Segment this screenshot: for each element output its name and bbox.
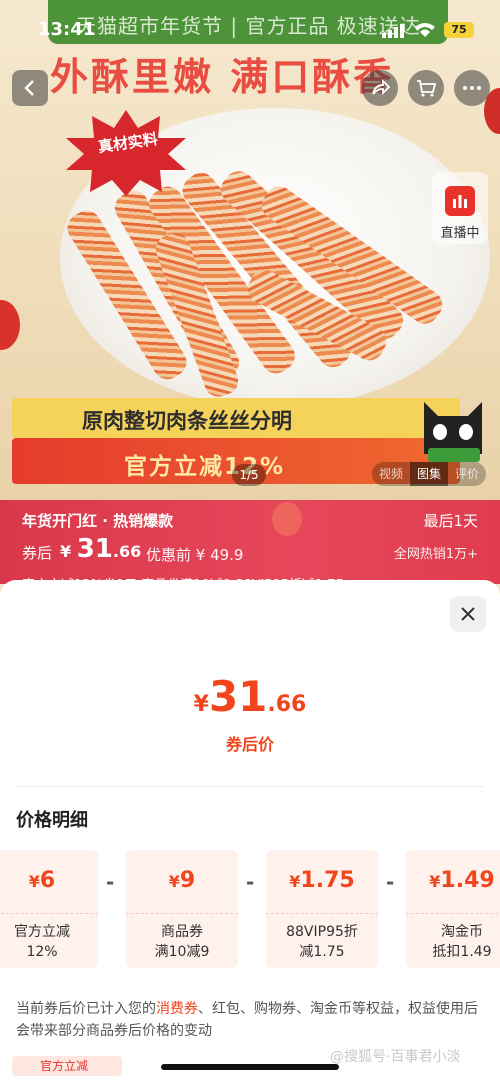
close-icon xyxy=(461,607,475,621)
divider xyxy=(16,786,484,787)
tomato-decoration xyxy=(0,300,20,350)
close-button[interactable] xyxy=(450,596,486,632)
countdown-label: 最后1天 xyxy=(423,512,478,530)
coupon-link[interactable]: 消费券 xyxy=(156,1001,198,1017)
back-button[interactable] xyxy=(12,70,48,106)
home-indicator xyxy=(161,1064,339,1070)
discount-amount: ¥1.75 xyxy=(289,868,355,893)
live-icon xyxy=(445,186,475,216)
discount-card[interactable]: ¥1.49 淘金币 抵扣1.49 xyxy=(406,850,500,968)
minus-sign: - xyxy=(106,870,115,894)
discount-name: 官方立减 12% xyxy=(14,924,70,960)
discount-amount: ¥1.49 xyxy=(429,868,495,893)
final-price-label: 券后价 xyxy=(225,735,274,754)
price-integer: 31 xyxy=(208,672,268,721)
tab-reviews[interactable]: 评价 xyxy=(448,462,486,486)
discount-card[interactable]: ¥1.75 88VIP95折 减1.75 xyxy=(266,850,378,968)
share-icon xyxy=(372,78,390,96)
more-button[interactable] xyxy=(454,70,490,106)
price-note: 当前券后价已计入您的消费券、红包、购物券、淘金币等权益，权益使用后会带来部分商品… xyxy=(16,1001,478,1039)
discount-name: 商品券 满10减9 xyxy=(154,924,210,960)
watermark: @搜狐号·百事君小淡 xyxy=(330,1049,461,1065)
cart-button[interactable] xyxy=(408,70,444,106)
discount-card[interactable]: ¥9 商品券 满10减9 xyxy=(126,850,238,968)
feature-strip: 原肉整切肉条丝丝分明 xyxy=(12,398,460,438)
after-coupon-label: 券后 xyxy=(22,544,53,562)
live-label: 直播中 xyxy=(440,226,480,241)
lantern-decoration xyxy=(272,502,302,536)
share-button[interactable] xyxy=(362,70,398,106)
price-decimal: .66 xyxy=(267,692,307,717)
promo-price-bar: 年货开门红 · 热销爆款 最后1天 券后 ¥ 31.66 优惠前 ¥ 49.9 … xyxy=(0,500,500,584)
cart-icon xyxy=(417,80,436,97)
minus-sign: - xyxy=(386,870,395,894)
wifi-icon xyxy=(415,23,435,37)
battery-icon: 75 xyxy=(444,22,474,38)
clock: 13:41 xyxy=(38,19,96,40)
feature-text: 原肉整切肉条丝丝分明 xyxy=(82,409,292,433)
bottom-discount-tag: 官方立减 xyxy=(12,1056,122,1076)
tmall-cat-icon xyxy=(424,402,482,462)
tab-gallery[interactable]: 图集 xyxy=(410,462,449,486)
chevron-left-icon xyxy=(24,80,34,96)
image-pager: 1/5 xyxy=(232,464,266,486)
live-button[interactable]: 直播中 xyxy=(432,172,488,244)
media-tabs: 视频 图集 评价 xyxy=(372,462,487,486)
currency-symbol: ¥ xyxy=(193,692,209,717)
price-integer: 31 xyxy=(76,534,113,564)
promo-title: 年货开门红 · 热销爆款 xyxy=(22,512,174,530)
discount-cards: ¥6 官方立减 12% - ¥9 商品券 满10减9 - ¥1.75 88VIP95… xyxy=(0,850,500,970)
discount-name: 88VIP95折 减1.75 xyxy=(286,924,358,960)
status-bar: 13:41 75 xyxy=(0,0,500,44)
discount-name: 淘金币 抵扣1.49 xyxy=(432,924,492,960)
section-title: 价格明细 xyxy=(16,810,88,831)
original-price: 优惠前 ¥ 49.9 xyxy=(146,546,244,564)
more-icon xyxy=(463,86,481,90)
discount-card[interactable]: ¥6 官方立减 12% xyxy=(0,850,98,968)
final-price: ¥31.66 xyxy=(0,672,500,721)
tab-video[interactable]: 视频 xyxy=(372,462,410,486)
currency-symbol: ¥ xyxy=(60,542,72,561)
signal-icon xyxy=(382,24,404,38)
promo-price: ¥ 31.66 xyxy=(60,534,141,564)
product-slogan: 外酥里嫩 满口酥香 xyxy=(50,54,395,99)
minus-sign: - xyxy=(246,870,255,894)
quality-badge: 真材实料 xyxy=(62,108,190,196)
sales-hot-label[interactable]: 全网热销1万+ xyxy=(394,543,478,562)
price-decimal: .66 xyxy=(112,542,142,561)
discount-amount: ¥9 xyxy=(168,868,196,893)
discount-amount: ¥6 xyxy=(28,868,56,893)
